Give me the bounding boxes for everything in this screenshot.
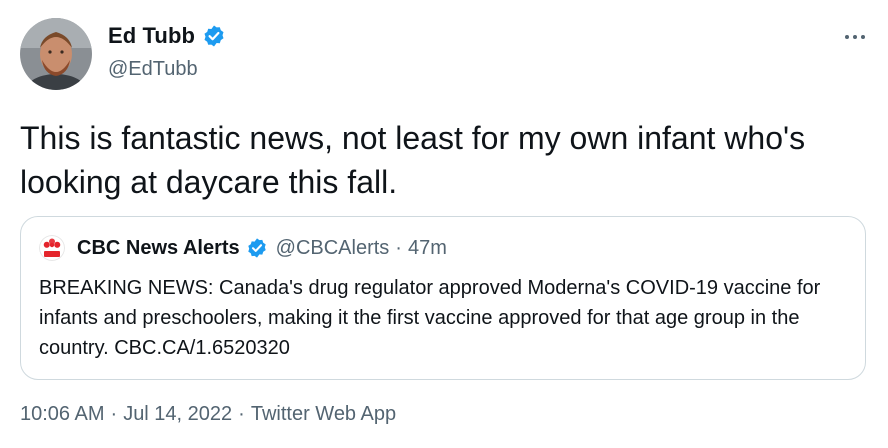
author-display-name[interactable]: Ed Tubb — [108, 23, 195, 49]
meta-separator: · — [110, 403, 118, 425]
tweet-text: This is fantastic news, not least for my… — [20, 120, 806, 200]
meta-separator: · — [238, 403, 245, 425]
more-dot — [853, 35, 857, 39]
quoted-time[interactable]: 47m — [408, 237, 447, 260]
tweet-date[interactable]: Jul 14, 2022 — [123, 403, 232, 426]
author-avatar[interactable] — [20, 18, 92, 90]
author-photo — [20, 18, 92, 90]
quoted-handle: @CBCAlerts — [275, 236, 390, 259]
quoted-tweet-header: CBC News Alerts @CBCAlerts · 47m — [39, 235, 447, 261]
tweet-source[interactable]: Twitter Web App — [251, 403, 396, 426]
tweet-time[interactable]: 10:06 AM — [20, 403, 105, 426]
author-handle[interactable]: @EdTubb — [108, 58, 198, 81]
verified-badge-icon — [246, 237, 268, 259]
cbc-logo-icon[interactable] — [39, 235, 65, 261]
author-name-row[interactable]: Ed Tubb — [108, 23, 226, 49]
more-dot — [845, 35, 849, 39]
more-dot — [861, 35, 865, 39]
quoted-separator: · — [395, 236, 402, 259]
quoted-tweet-text: BREAKING NEWS: Canada's drug regulator a… — [39, 277, 821, 359]
verified-badge-icon — [202, 24, 226, 48]
quoted-display-name: CBC News Alerts — [77, 236, 240, 259]
tweet-metadata: 10:06 AM · Jul 14, 2022 · Twitter Web Ap… — [20, 403, 396, 426]
quoted-tweet[interactable]: CBC News Alerts @CBCAlerts · 47m BREAKIN… — [20, 216, 866, 380]
tweet-card: Ed Tubb @EdTubb This is fantastic news, … — [0, 0, 888, 448]
more-options-icon[interactable] — [838, 22, 872, 52]
